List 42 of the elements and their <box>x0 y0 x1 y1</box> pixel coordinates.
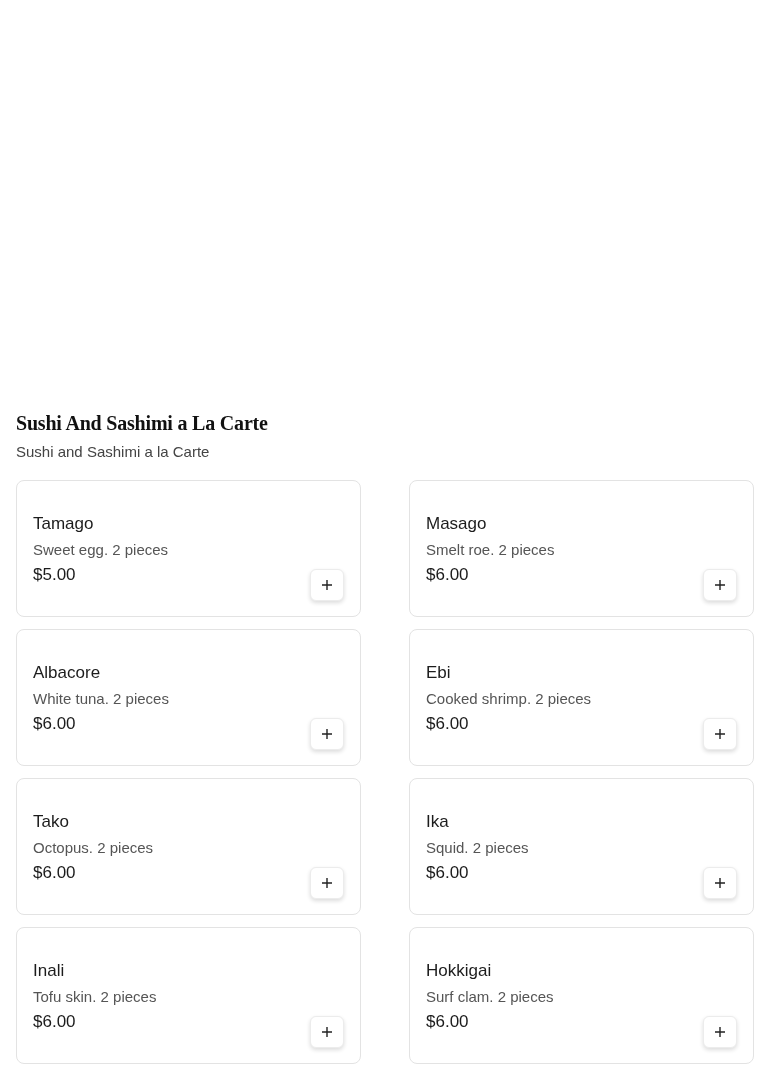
item-name: Ebi <box>426 662 452 684</box>
item-description: White tuna. 2 pieces <box>33 689 169 709</box>
item-description: Sweet egg. 2 pieces <box>33 540 169 560</box>
add-button[interactable] <box>703 569 737 601</box>
add-button[interactable] <box>310 569 344 601</box>
add-button[interactable] <box>310 718 344 750</box>
item-name: Albacore <box>33 662 102 684</box>
item-name: Tamago <box>33 513 95 535</box>
item-name: Hokkigai <box>426 960 493 982</box>
item-price: $6.00 <box>33 713 77 735</box>
item-price: $6.00 <box>426 862 470 884</box>
item-name: Ika <box>426 811 450 833</box>
item-description: Surf clam. 2 pieces <box>426 987 554 1007</box>
item-description: Squid. 2 pieces <box>426 838 529 858</box>
plus-icon <box>715 580 725 590</box>
item-name: Masago <box>426 513 488 535</box>
item-price: $6.00 <box>33 1011 77 1033</box>
section-title: Sushi And Sashimi a La Carte <box>16 411 269 436</box>
add-button[interactable] <box>310 867 344 899</box>
item-price: $6.00 <box>426 713 470 735</box>
plus-icon <box>715 729 725 739</box>
item-price: $6.00 <box>426 1011 470 1033</box>
item-price: $5.00 <box>33 564 77 586</box>
plus-icon <box>322 1027 332 1037</box>
item-price: $6.00 <box>426 564 470 586</box>
plus-icon <box>322 729 332 739</box>
plus-icon <box>715 878 725 888</box>
item-name: Inali <box>33 960 66 982</box>
item-description: Tofu skin. 2 pieces <box>33 987 157 1007</box>
item-price: $6.00 <box>33 862 77 884</box>
section-subtitle: Sushi and Sashimi a la Carte <box>16 442 211 462</box>
item-description: Smelt roe. 2 pieces <box>426 540 555 560</box>
add-button[interactable] <box>703 718 737 750</box>
item-name: Tako <box>33 811 70 833</box>
plus-icon <box>322 878 332 888</box>
plus-icon <box>715 1027 725 1037</box>
item-description: Cooked shrimp. 2 pieces <box>426 689 592 709</box>
item-description: Octopus. 2 pieces <box>33 838 154 858</box>
plus-icon <box>322 580 332 590</box>
add-button[interactable] <box>703 1016 737 1048</box>
add-button[interactable] <box>703 867 737 899</box>
add-button[interactable] <box>310 1016 344 1048</box>
